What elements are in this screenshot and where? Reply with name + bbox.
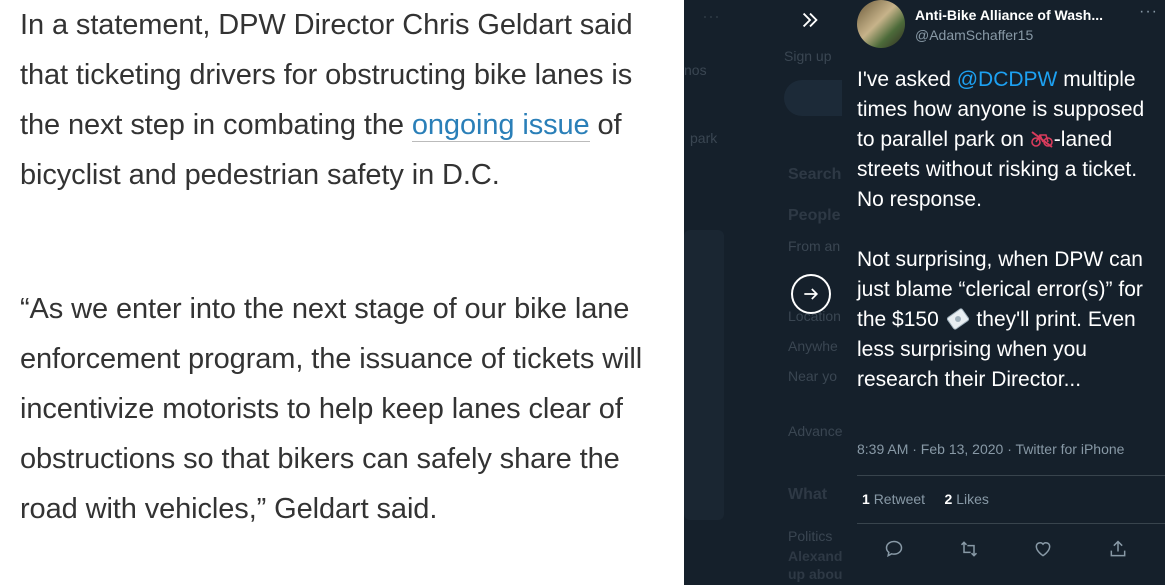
- reply-icon: [885, 540, 903, 558]
- tweet-text: I've asked @DCDPW multiple times how any…: [857, 65, 1162, 395]
- background-label: park: [690, 130, 718, 146]
- retweet-button[interactable]: [954, 534, 984, 564]
- more-options-icon[interactable]: ···: [1139, 3, 1158, 21]
- likes-link[interactable]: 2 Likes: [945, 491, 989, 507]
- divider: [857, 475, 1165, 476]
- background-label: Politics: [788, 528, 833, 544]
- ongoing-issue-link[interactable]: ongoing issue: [411, 109, 590, 142]
- heart-icon: [1035, 542, 1051, 557]
- retweets-label: Retweet: [873, 491, 926, 507]
- retweets-count: 1: [862, 491, 870, 507]
- background-card: [684, 230, 724, 520]
- article-paragraph-1: In a statement, DPW Director Chris Gelda…: [20, 0, 660, 200]
- article-paragraph-2: “As we enter into the next stage of our …: [20, 293, 643, 525]
- avatar[interactable]: [857, 0, 905, 48]
- money-with-wings-icon: [945, 307, 971, 331]
- reply-button[interactable]: [879, 534, 909, 564]
- background-label: Advance: [788, 423, 842, 439]
- background-label: People: [788, 207, 841, 224]
- retweet-icon: [960, 541, 977, 557]
- background-label: From an: [788, 238, 841, 254]
- background-label: Search: [788, 166, 842, 183]
- like-button[interactable]: [1028, 534, 1058, 564]
- article-screenshot: In a statement, DPW Director Chris Gelda…: [0, 0, 684, 585]
- author-handle[interactable]: @AdamSchaffer15: [915, 27, 1033, 43]
- share-icon: [1110, 540, 1126, 557]
- double-chevron-right-icon: [802, 12, 818, 28]
- background-label: Sign up: [784, 48, 832, 64]
- tweet-text-segment: I've asked: [857, 68, 957, 91]
- likes-label: Likes: [956, 491, 989, 507]
- arrow-right-icon: [804, 288, 819, 300]
- tweet-stats: 1 Retweet 2 Likes: [862, 491, 989, 507]
- divider: [857, 523, 1165, 524]
- background-label: nos: [684, 62, 707, 78]
- background-label: up abou: [788, 566, 842, 582]
- share-button[interactable]: [1103, 534, 1133, 564]
- no-bicycles-icon: [1030, 128, 1054, 148]
- tweet-timestamp[interactable]: 8:39 AM · Feb 13, 2020 · Twitter for iPh…: [857, 441, 1124, 457]
- background-label: Alexand: [788, 548, 842, 564]
- likes-count: 2: [944, 491, 953, 507]
- collapse-panel-button[interactable]: [790, 0, 830, 40]
- background-label: Anywhe: [788, 338, 838, 354]
- author-name[interactable]: Anti-Bike Alliance of Wash...: [915, 7, 1103, 23]
- background-dots: ···: [702, 6, 720, 26]
- background-button: [784, 80, 842, 116]
- mention-link[interactable]: @DCDPW: [957, 68, 1058, 91]
- tweet-panel: Anti-Bike Alliance of Wash... @AdamSchaf…: [842, 0, 1165, 585]
- background-label: What: [788, 486, 828, 503]
- next-image-button[interactable]: [791, 274, 831, 314]
- background-label: Near yo: [788, 368, 838, 384]
- retweets-link[interactable]: 1 Retweet: [862, 491, 925, 507]
- tweet-actions: [857, 534, 1155, 564]
